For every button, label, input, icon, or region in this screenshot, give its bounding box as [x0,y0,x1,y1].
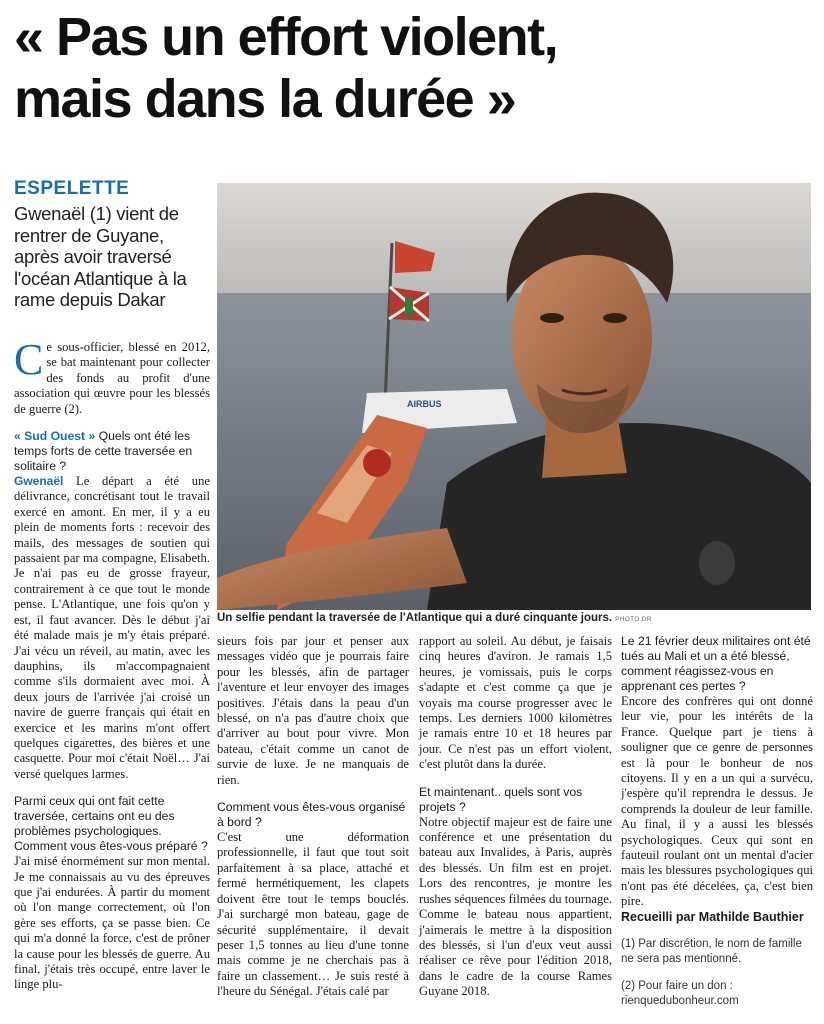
question-1: « Sud Ouest » Quels ont été les temps fo… [14,429,210,474]
answer-5: Encore des confrères qui ont donné leur … [621,694,813,909]
drop-cap: C [14,335,44,384]
photo-caption: Un selfie pendant la traversée de l'Atla… [217,612,811,624]
question-2: Parmi ceux qui ont fait cette traversée,… [14,794,208,854]
headline-line-1: « Pas un effort violent, [14,7,559,67]
interviewee-label: Gwenaël [14,474,64,489]
kicker-location: ESPELETTE [14,178,130,199]
answer-1-text: Le départ a été une délivrance, concréti… [14,474,210,781]
footnote-2: (2) Pour faire un don : rienquedubonheur… [621,979,813,1009]
footnote-2-label: (2) Pour faire un don : [621,980,733,993]
answer-3-continued: rapport au soleil. Au début, je faisais … [419,634,612,772]
photo-credit: PHOTO DR [615,616,652,623]
selfie-illustration: AIRBUS [217,183,811,610]
article-column-4: Le 21 février deux militaires ont été tu… [621,634,813,1009]
article-column-3: rapport au soleil. Au début, je faisais … [419,634,612,1000]
article-column-1: Ce sous-officier, blessé en 2012, se bat… [14,335,210,993]
caption-text: Un selfie pendant la traversée de l'Atla… [217,612,613,624]
interviewer-label: « Sud Ouest » [14,429,96,444]
answer-1: Gwenaël Le départ a été une délivrance, … [14,474,210,782]
donation-link[interactable]: rienquedubonheur.com [621,995,739,1007]
byline: Recueilli par Mathilde Bauthier [621,909,804,924]
answer-3: C'est une déformation professionnelle, i… [217,830,409,999]
answer-2-continued: sieurs fois par jour et penser aux messa… [217,634,409,787]
intro-paragraph: Ce sous-officier, blessé en 2012, se bat… [14,335,210,417]
question-5: Le 21 février deux militaires ont été tu… [621,634,811,693]
headline: « Pas un effort violent, mais dans la du… [14,6,814,130]
boat-label: AIRBUS [407,399,442,409]
footnote-1: (1) Par discrétion, le nom de famille ne… [621,938,802,966]
article-photo: AIRBUS [217,183,811,610]
standfirst: Gwenaël (1) vient de rentrer de Guyane, … [14,203,187,310]
question-4: Et maintenant.. quels sont vos projets ? [419,784,583,814]
answer-4: Notre objectif majeur est de faire une c… [419,814,612,999]
question-3: Comment vous êtes-vous organisé à bord ? [217,800,406,830]
headline-line-2: mais dans la durée » [14,69,517,129]
intro-text: e sous-officier, blessé en 2012, se bat … [14,340,210,416]
answer-2: J'ai misé énormément sur mon mental. Je … [14,854,210,992]
article-column-2: sieurs fois par jour et penser aux messa… [217,634,409,1000]
